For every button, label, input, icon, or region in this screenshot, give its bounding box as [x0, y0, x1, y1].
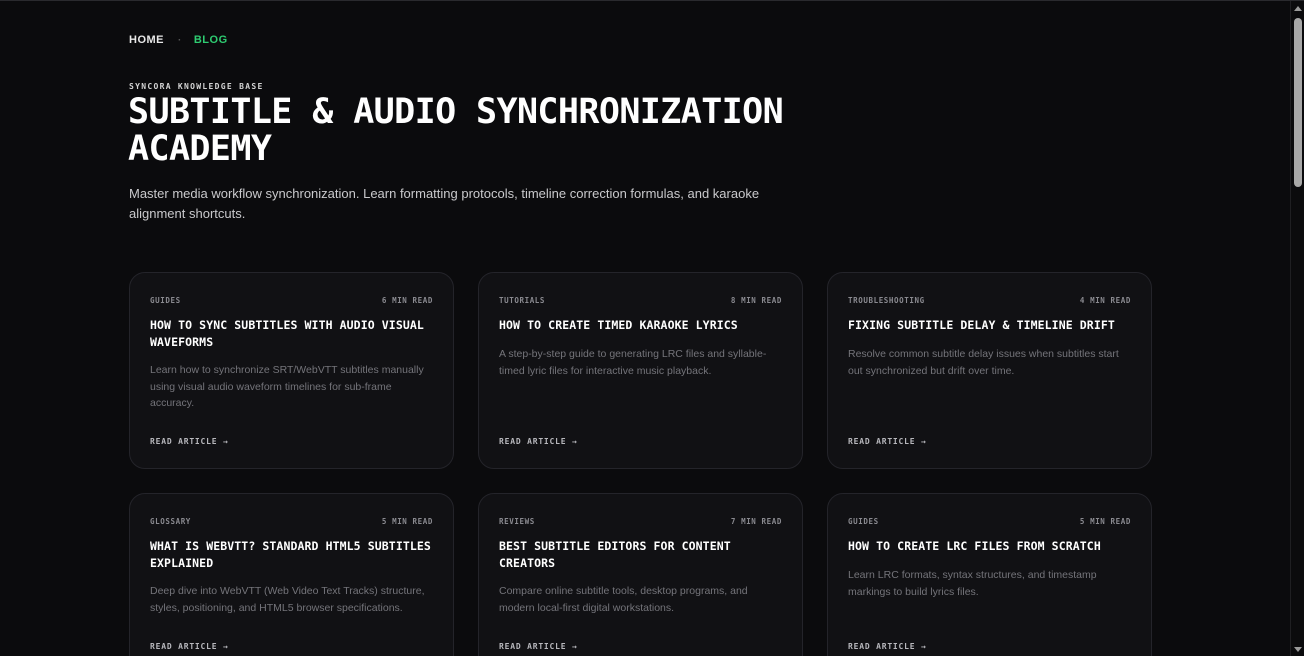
- card-title[interactable]: FIXING SUBTITLE DELAY & TIMELINE DRIFT: [848, 317, 1131, 334]
- card-excerpt: Compare online subtitle tools, desktop p…: [499, 585, 748, 614]
- card-title[interactable]: WHAT IS WEBVTT? STANDARD HTML5 SUBTITLES…: [150, 538, 433, 572]
- card-read-time: 7 MIN READ: [730, 517, 782, 526]
- hero-description: Master media workflow synchronization. L…: [129, 186, 760, 221]
- card-category: TUTORIALS: [499, 296, 546, 305]
- card-meta: GLOSSARY 5 MIN READ: [150, 517, 433, 526]
- card-meta: TROUBLESHOOTING 4 MIN READ: [848, 296, 1131, 305]
- card-category: TROUBLESHOOTING: [848, 296, 925, 305]
- card-read-time: 5 MIN READ: [1079, 517, 1131, 526]
- card-category: REVIEWS: [499, 517, 535, 526]
- card-title[interactable]: HOW TO SYNC SUBTITLES WITH AUDIO VISUAL …: [150, 317, 433, 351]
- card-excerpt: Deep dive into WebVTT (Web Video Text Tr…: [150, 585, 425, 614]
- article-card[interactable]: REVIEWS 7 MIN READ BEST SUBTITLE EDITORS…: [478, 493, 803, 656]
- read-article-link[interactable]: READ ARTICLE →: [499, 642, 578, 651]
- card-excerpt: Learn LRC formats, syntax structures, an…: [848, 569, 1097, 598]
- article-card[interactable]: TROUBLESHOOTING 4 MIN READ FIXING SUBTIT…: [827, 272, 1152, 469]
- card-meta: GUIDES 5 MIN READ: [848, 517, 1131, 526]
- card-title[interactable]: BEST SUBTITLE EDITORS FOR CONTENT CREATO…: [499, 538, 782, 572]
- article-card[interactable]: TUTORIALS 8 MIN READ HOW TO CREATE TIMED…: [478, 272, 803, 469]
- card-category: GUIDES: [150, 296, 181, 305]
- page-title: SUBTITLE & AUDIO SYNCHRONIZATION ACADEMY: [128, 92, 784, 169]
- card-read-time: 6 MIN READ: [381, 296, 433, 305]
- card-excerpt: Learn how to synchronize SRT/WebVTT subt…: [150, 364, 424, 409]
- scroll-down-arrow-icon[interactable]: [1294, 647, 1302, 652]
- breadcrumb-blog-link[interactable]: BLOG: [194, 34, 228, 46]
- card-title[interactable]: HOW TO CREATE TIMED KARAOKE LYRICS: [499, 317, 782, 334]
- card-read-time: 4 MIN READ: [1079, 296, 1131, 305]
- card-meta: REVIEWS 7 MIN READ: [499, 517, 782, 526]
- read-article-link[interactable]: READ ARTICLE →: [848, 642, 927, 651]
- card-read-time: 5 MIN READ: [381, 517, 433, 526]
- scroll-up-arrow-icon[interactable]: [1294, 6, 1302, 11]
- card-meta: GUIDES 6 MIN READ: [150, 296, 433, 305]
- article-card[interactable]: GLOSSARY 5 MIN READ WHAT IS WEBVTT? STAN…: [129, 493, 454, 656]
- breadcrumb-home-link[interactable]: HOME: [129, 34, 164, 46]
- card-title[interactable]: HOW TO CREATE LRC FILES FROM SCRATCH: [848, 538, 1131, 555]
- card-excerpt: Resolve common subtitle delay issues whe…: [848, 348, 1119, 377]
- article-card[interactable]: GUIDES 5 MIN READ HOW TO CREATE LRC FILE…: [827, 493, 1152, 656]
- card-category: GUIDES: [848, 517, 879, 526]
- card-meta: TUTORIALS 8 MIN READ: [499, 296, 782, 305]
- read-article-link[interactable]: READ ARTICLE →: [150, 642, 229, 651]
- card-excerpt: A step-by-step guide to generating LRC f…: [499, 348, 767, 377]
- read-article-link[interactable]: READ ARTICLE →: [499, 437, 578, 446]
- blog-page: HOME · BLOG SYNCORA KNOWLEDGE BASE SUBTI…: [0, 1, 1290, 656]
- read-article-link[interactable]: READ ARTICLE →: [848, 437, 927, 446]
- breadcrumb-separator: ·: [178, 34, 182, 46]
- card-category: GLOSSARY: [150, 517, 191, 526]
- card-read-time: 8 MIN READ: [730, 296, 782, 305]
- vertical-scrollbar[interactable]: [1290, 1, 1304, 656]
- breadcrumb: HOME · BLOG: [129, 34, 228, 46]
- read-article-link[interactable]: READ ARTICLE →: [150, 437, 229, 446]
- hero-eyebrow: SYNCORA KNOWLEDGE BASE: [129, 82, 264, 91]
- article-card[interactable]: GUIDES 6 MIN READ HOW TO SYNC SUBTITLES …: [129, 272, 454, 469]
- scrollbar-thumb[interactable]: [1294, 18, 1302, 187]
